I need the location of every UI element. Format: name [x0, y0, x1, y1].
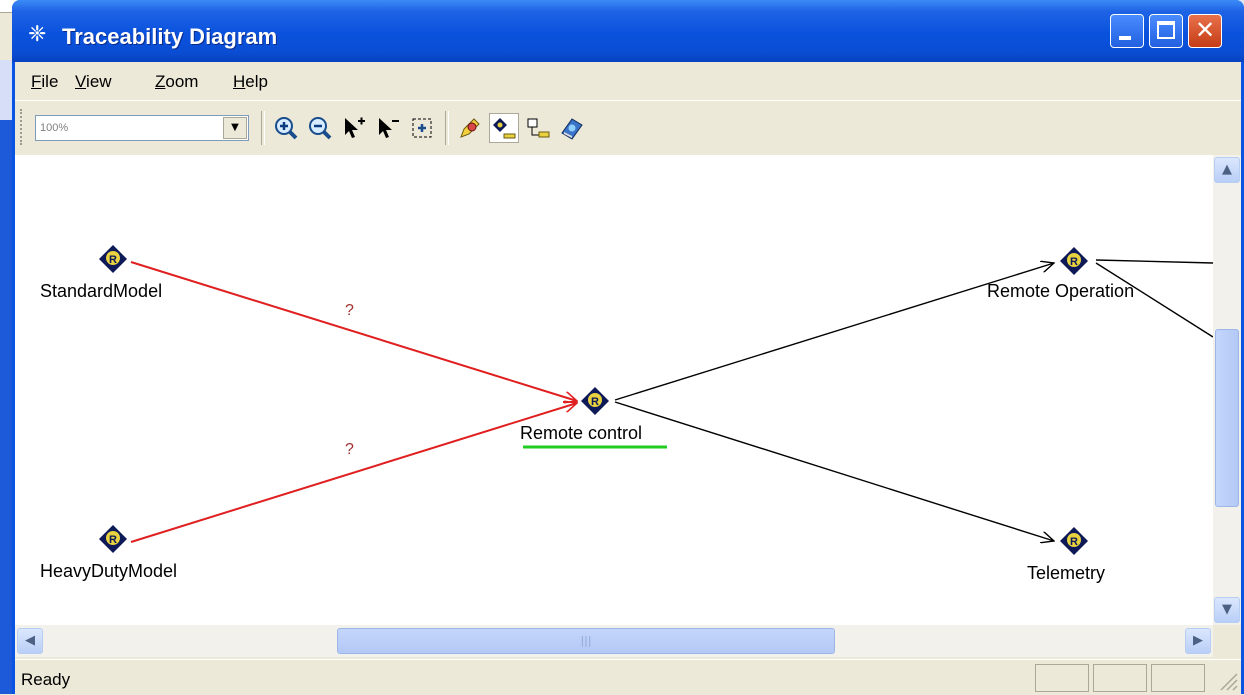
close-button[interactable]: ✕	[1188, 14, 1222, 48]
fit-icon	[412, 118, 432, 138]
vertical-scrollbar[interactable]: ▲ ▼	[1213, 155, 1241, 625]
select-add-button[interactable]	[339, 113, 369, 143]
node-label-remote-operation: Remote Operation	[987, 281, 1134, 301]
pencil-icon	[460, 118, 480, 138]
node-telemetry[interactable]: R Telemetry	[1027, 527, 1105, 583]
scroll-up-icon[interactable]: ▲	[1214, 157, 1240, 183]
minimize-button[interactable]	[1110, 14, 1144, 48]
label-view-button[interactable]	[523, 113, 553, 143]
zoom-out-icon	[309, 117, 332, 140]
menu-bar: File View Zoom Help	[15, 62, 1241, 100]
suspect-link-heavydutymodel[interactable]	[130, 403, 577, 543]
link-remote-control-to-telemetry[interactable]	[614, 401, 1054, 541]
scroll-down-icon[interactable]: ▼	[1214, 597, 1240, 623]
zoom-out-button[interactable]	[305, 113, 335, 143]
status-pane	[1035, 664, 1089, 692]
diagram-canvas[interactable]: ? ? R StandardModel R HeavyDutyModel R R…	[15, 155, 1213, 625]
link-remote-operation-out-1[interactable]	[1095, 259, 1213, 264]
status-text: Ready	[21, 670, 71, 689]
status-bar: Ready	[15, 659, 1241, 695]
toolbar-grip[interactable]	[20, 109, 25, 145]
book-icon	[561, 118, 583, 140]
maximize-button[interactable]	[1149, 14, 1183, 48]
node-icon	[493, 118, 516, 139]
horizontal-scroll-thumb[interactable]: |||	[337, 628, 835, 654]
requirement-glyph: R	[109, 534, 117, 546]
traceability-window: ❈ Traceability Diagram ✕ File View Zoom …	[12, 0, 1244, 695]
close-icon: ✕	[1194, 16, 1216, 44]
menu-zoom[interactable]: Zoom	[155, 72, 198, 92]
resize-grip-icon[interactable]	[1215, 668, 1239, 692]
menu-view[interactable]: View	[75, 72, 112, 92]
select-remove-icon	[379, 118, 399, 138]
title-bar[interactable]: ❈ Traceability Diagram ✕	[12, 0, 1244, 62]
scroll-corner	[1213, 625, 1241, 657]
status-pane	[1093, 664, 1147, 692]
requirement-glyph: R	[109, 254, 117, 266]
zoom-in-icon	[275, 117, 298, 140]
suspect-mark-1: ?	[345, 302, 354, 319]
vertical-scroll-thumb[interactable]	[1215, 329, 1239, 507]
toolbar-separator	[261, 111, 265, 145]
status-pane	[1151, 664, 1205, 692]
node-view-button[interactable]	[489, 113, 519, 143]
requirement-glyph: R	[591, 396, 599, 408]
node-label-telemetry: Telemetry	[1027, 563, 1105, 583]
toolbar-separator	[445, 111, 449, 145]
menu-help[interactable]: Help	[233, 72, 268, 92]
window-client: File View Zoom Help 100% ▼ ? ? R Standar…	[15, 62, 1241, 695]
help-book-button[interactable]	[557, 113, 587, 143]
scroll-left-icon[interactable]: ◀	[17, 628, 43, 654]
suspect-mark-2: ?	[345, 441, 354, 458]
node-standardmodel[interactable]: R StandardModel	[40, 245, 162, 301]
toolbar: 100% ▼	[15, 100, 1241, 156]
label-icon	[527, 118, 550, 138]
fit-button[interactable]	[407, 113, 437, 143]
scroll-right-icon[interactable]: ▶	[1185, 628, 1211, 654]
pencil-button[interactable]	[455, 113, 485, 143]
chevron-down-icon[interactable]: ▼	[223, 117, 247, 139]
node-label-heavydutymodel: HeavyDutyModel	[40, 561, 177, 581]
requirement-glyph: R	[1070, 536, 1078, 548]
node-remote-control[interactable]: R Remote control	[520, 387, 667, 449]
select-add-icon	[345, 117, 365, 138]
window-title: Traceability Diagram	[62, 24, 278, 49]
zoom-combobox[interactable]: 100% ▼	[35, 115, 249, 141]
suspect-link-standardmodel[interactable]	[130, 261, 577, 401]
node-remote-operation[interactable]: R Remote Operation	[987, 247, 1134, 301]
node-label-remote-control: Remote control	[520, 423, 642, 443]
select-remove-button[interactable]	[373, 113, 403, 143]
requirement-glyph: R	[1070, 256, 1078, 268]
zoom-in-button[interactable]	[271, 113, 301, 143]
zoom-value: 100%	[40, 122, 69, 134]
traceability-graph: ? ? R StandardModel R HeavyDutyModel R R…	[40, 245, 1213, 583]
node-label-standardmodel: StandardModel	[40, 281, 162, 301]
app-network-icon: ❈	[28, 22, 47, 47]
horizontal-scrollbar[interactable]: ◀ ||| ▶	[15, 625, 1213, 657]
menu-file[interactable]: File	[31, 72, 58, 92]
